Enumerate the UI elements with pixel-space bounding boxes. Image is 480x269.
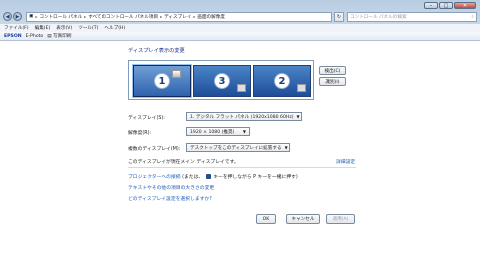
search-input[interactable]: コントロール パネルの検索 ⌕ xyxy=(347,11,477,22)
text-size-link[interactable]: テキストやその他の項目の大きさの変更 xyxy=(128,184,214,191)
back-button[interactable]: ◀ xyxy=(3,12,12,21)
cancel-button[interactable]: キャンセル xyxy=(286,214,320,224)
minimize-button[interactable]: – xyxy=(424,2,438,9)
search-placeholder: コントロール パネルの検索 xyxy=(350,14,407,20)
projector-link[interactable]: プロジェクターへの接続 xyxy=(128,175,181,180)
monitor-2[interactable]: 2 xyxy=(253,65,311,97)
display-label: ディスプレイ(S): xyxy=(128,116,165,121)
menu-tools[interactable]: ツール(T) xyxy=(78,25,98,31)
section-heading: ディスプレイ表示の変更 xyxy=(128,48,185,54)
projector-text-b: キーを押しながら P キーを一緒に押す) xyxy=(213,175,298,180)
ephoto-label[interactable]: E-Photo xyxy=(26,34,44,39)
which-setting-link[interactable]: どのディスプレイ設定を選択しますか? xyxy=(128,195,212,202)
main-display-icon xyxy=(172,70,181,78)
chevron-down-icon: ▼ xyxy=(296,114,300,119)
ok-button[interactable]: OK xyxy=(256,214,276,224)
main-display-status: このディスプレイが現在メイン ディスプレイです。 xyxy=(128,160,239,165)
monitor-number: 1 xyxy=(154,73,170,89)
breadcrumb-resolution[interactable]: 画面の解像度 xyxy=(197,14,225,20)
identify-button[interactable]: 識別(I) xyxy=(319,77,346,86)
detect-button[interactable]: 検出(C) xyxy=(319,66,346,75)
forward-button[interactable]: ▶ xyxy=(13,12,22,21)
close-button[interactable]: ✕ xyxy=(454,2,476,9)
monitor-3[interactable]: 3 xyxy=(193,65,251,97)
breadcrumb-separator-icon: ▸ xyxy=(35,14,38,19)
multiple-displays-select[interactable]: デスクトップをこのディスプレイに拡張する ▼ xyxy=(186,143,290,152)
menu-bar: ファイル(F) 編集(E) 表示(V) ツール(T) ヘルプ(H) xyxy=(0,24,480,32)
monitor-arrangement[interactable]: 1 3 2 xyxy=(128,60,314,100)
taskbar-grid-icon xyxy=(297,84,306,92)
chevron-down-icon: ▼ xyxy=(242,129,246,134)
maximize-button[interactable]: □ xyxy=(439,2,453,9)
folder-icon: ▣ xyxy=(29,14,34,19)
printer-icon: ▤ xyxy=(47,34,52,39)
monitor-1[interactable]: 1 xyxy=(132,64,192,98)
multiple-displays-label: 複数のディスプレイ(M): xyxy=(128,147,181,152)
breadcrumb-separator-icon: ▸ xyxy=(84,14,87,19)
search-icon: ⌕ xyxy=(471,14,474,20)
apply-button[interactable]: 適用(A) xyxy=(326,214,355,224)
advanced-settings-link[interactable]: 詳細設定 xyxy=(336,158,355,165)
windows-key-icon xyxy=(205,174,211,179)
taskbar-grid-icon xyxy=(237,84,246,92)
chevron-down-icon: ▼ xyxy=(284,145,288,150)
control-panel-window: – □ ✕ ◀ ▶ ▣ ▸ コントロール パネル ▸ すべてのコントロール パネ… xyxy=(0,0,480,269)
window-controls: – □ ✕ xyxy=(424,2,476,9)
display-select[interactable]: 1. デジタル フラット パネル (1920x1080 60Hz) ▼ xyxy=(186,112,302,121)
epson-brand: EPSON xyxy=(4,33,22,39)
refresh-icon: ↻ xyxy=(336,13,342,20)
resolution-label: 解像度(R): xyxy=(128,131,152,136)
multiple-displays-value: デスクトップをこのディスプレイに拡張する xyxy=(190,145,282,151)
navigation-row: ◀ ▶ ▣ ▸ コントロール パネル ▸ すべてのコントロール パネル項目 ▸ … xyxy=(3,11,477,22)
projector-text-a: (または、 xyxy=(182,175,204,180)
menu-help[interactable]: ヘルプ(H) xyxy=(104,25,125,31)
menu-view[interactable]: 表示(V) xyxy=(56,25,72,31)
print-photo-button[interactable]: ▤ 写真印刷 xyxy=(47,33,71,39)
resolution-select-value: 1920 × 1080 (推奨) xyxy=(190,129,235,135)
main-content: ディスプレイ表示の変更 1 3 2 検出(C) 識別(I) ディスプレイ(S):… xyxy=(0,41,480,269)
menu-edit[interactable]: 編集(E) xyxy=(35,25,51,31)
refresh-button[interactable]: ↻ xyxy=(334,11,344,22)
breadcrumb-all-items[interactable]: すべてのコントロール パネル項目 xyxy=(88,14,158,20)
resolution-select[interactable]: 1920 × 1080 (推奨) ▼ xyxy=(186,127,250,136)
toolbar: EPSON E-Photo ▤ 写真印刷 xyxy=(0,32,480,41)
address-bar[interactable]: ▣ ▸ コントロール パネル ▸ すべてのコントロール パネル項目 ▸ ディスプ… xyxy=(26,11,332,22)
breadcrumb-display[interactable]: ディスプレイ xyxy=(164,14,191,20)
breadcrumb-control-panel[interactable]: コントロール パネル xyxy=(39,14,82,20)
breadcrumb-separator-icon: ▸ xyxy=(193,14,196,19)
monitor-number: 2 xyxy=(274,73,290,89)
display-select-value: 1. デジタル フラット パネル (1920x1080 60Hz) xyxy=(190,114,294,120)
monitor-number: 3 xyxy=(214,73,230,89)
title-bar: – □ ✕ ◀ ▶ ▣ ▸ コントロール パネル ▸ すべてのコントロール パネ… xyxy=(0,0,480,24)
breadcrumb-separator-icon: ▸ xyxy=(160,14,163,19)
divider xyxy=(128,167,356,168)
print-photo-label: 写真印刷 xyxy=(53,34,72,39)
menu-file[interactable]: ファイル(F) xyxy=(4,25,29,31)
projector-line: プロジェクターへの接続 (または、 キーを押しながら P キーを一緒に押す) xyxy=(128,173,298,180)
